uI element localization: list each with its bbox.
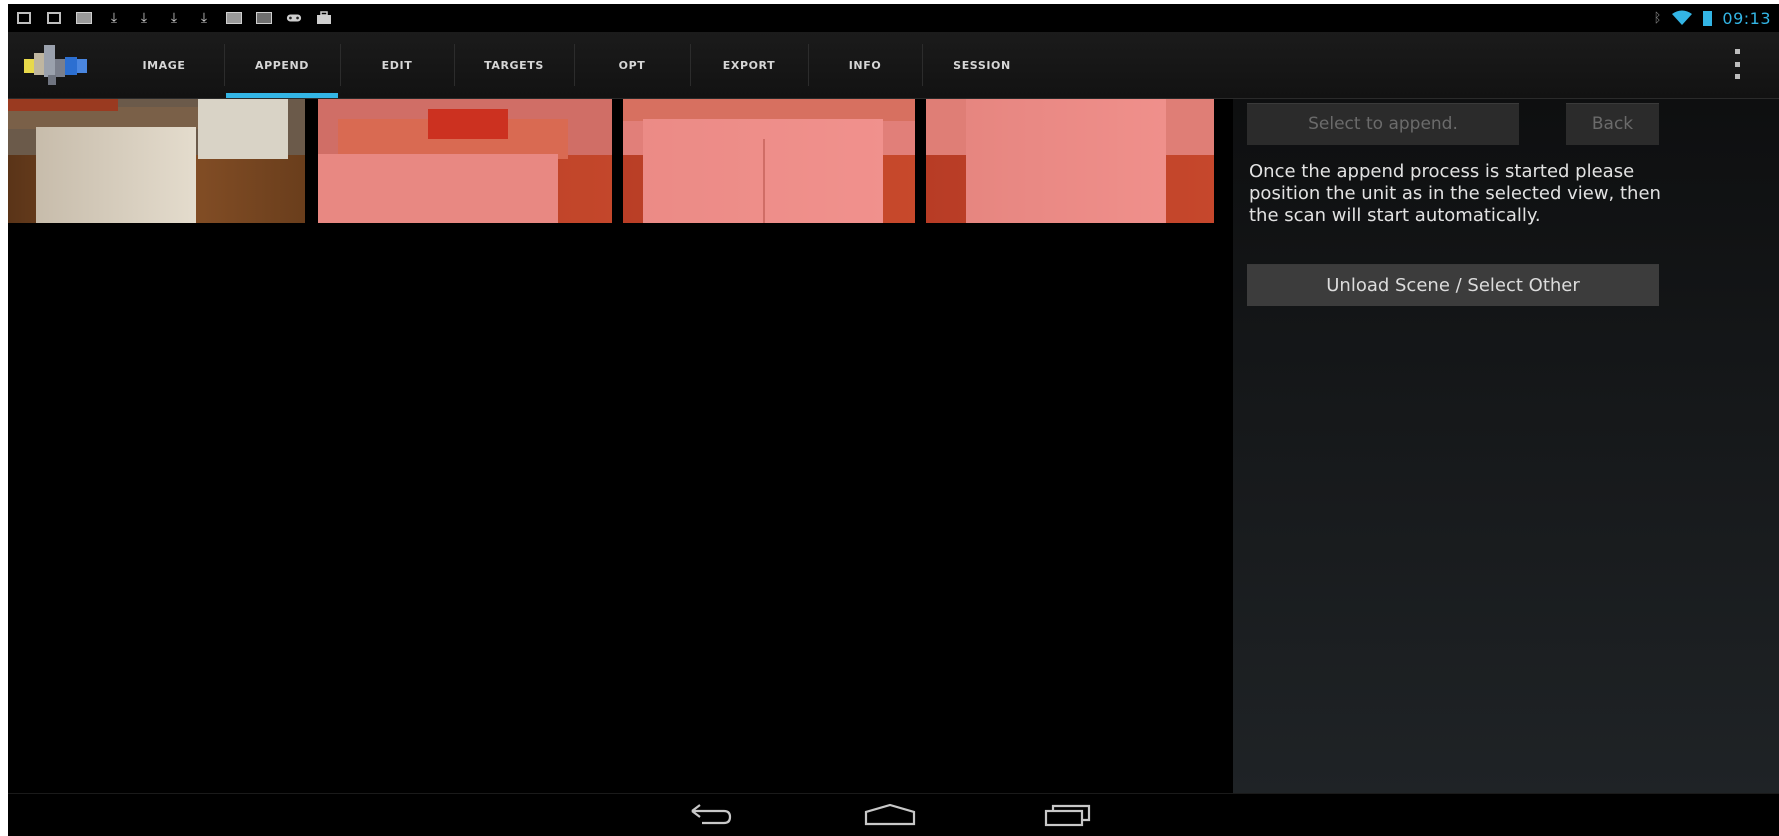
overflow-menu-icon[interactable] [1733,49,1741,79]
app-logo [24,45,90,85]
system-status: ᛒ 09:13 [1654,4,1771,32]
select-to-append-button[interactable]: Select to append. [1247,103,1519,145]
gamepad-icon [286,11,302,25]
scan-thumbnail-strip [8,99,1232,223]
navigation-bar [8,793,1779,836]
battery-icon [1703,10,1713,26]
tab-export[interactable]: EXPORT [690,32,808,98]
briefcase-icon [316,11,332,25]
tab-targets[interactable]: TARGETS [454,32,574,98]
download-icon: ⤓ [110,10,118,26]
tab-append[interactable]: APPEND [224,32,340,98]
notification-icon [46,11,62,25]
notification-icon [16,11,32,25]
scan-thumbnail[interactable] [623,99,915,223]
home-icon[interactable] [863,802,917,828]
tab-image[interactable]: IMAGE [104,32,224,98]
back-button[interactable]: Back [1566,103,1659,145]
wifi-icon [1672,10,1693,25]
gallery-icon [256,11,272,25]
download-icon: ⤓ [170,10,178,26]
bluetooth-icon: ᛒ [1653,10,1662,26]
image-icon [76,11,92,25]
status-bar: ⤓ ⤓ ⤓ ⤓ ᛒ 09:13 [8,4,1779,32]
selection-tint [926,99,1214,223]
selection-tint [623,99,915,223]
append-instructions: Once the append process is started pleas… [1249,161,1661,226]
tab-session[interactable]: SESSION [922,32,1042,98]
recents-icon[interactable] [1043,802,1093,828]
scan-thumbnail[interactable] [8,99,305,223]
append-panel: Select to append. Back Once the append p… [1233,99,1779,794]
action-bar: IMAGE APPEND EDIT TARGETS OPT EXPORT INF… [8,32,1779,99]
download-icon: ⤓ [200,10,208,26]
download-icon: ⤓ [140,10,148,26]
scan-thumbnail[interactable] [926,99,1214,223]
unload-scene-button[interactable]: Unload Scene / Select Other [1247,264,1659,306]
tab-info[interactable]: INFO [808,32,922,98]
selection-tint [318,99,612,223]
back-icon[interactable] [688,802,734,828]
clock: 09:13 [1722,8,1771,28]
image-icon [226,11,242,25]
tab-opt[interactable]: OPT [574,32,690,98]
tab-strip: IMAGE APPEND EDIT TARGETS OPT EXPORT INF… [104,32,1042,98]
scan-thumbnail[interactable] [318,99,612,223]
notification-icons: ⤓ ⤓ ⤓ ⤓ [8,4,332,32]
tab-edit[interactable]: EDIT [340,32,454,98]
device-screen: ⤓ ⤓ ⤓ ⤓ ᛒ 09:13 IMAGE APPEND EDIT TARGET… [8,4,1779,836]
